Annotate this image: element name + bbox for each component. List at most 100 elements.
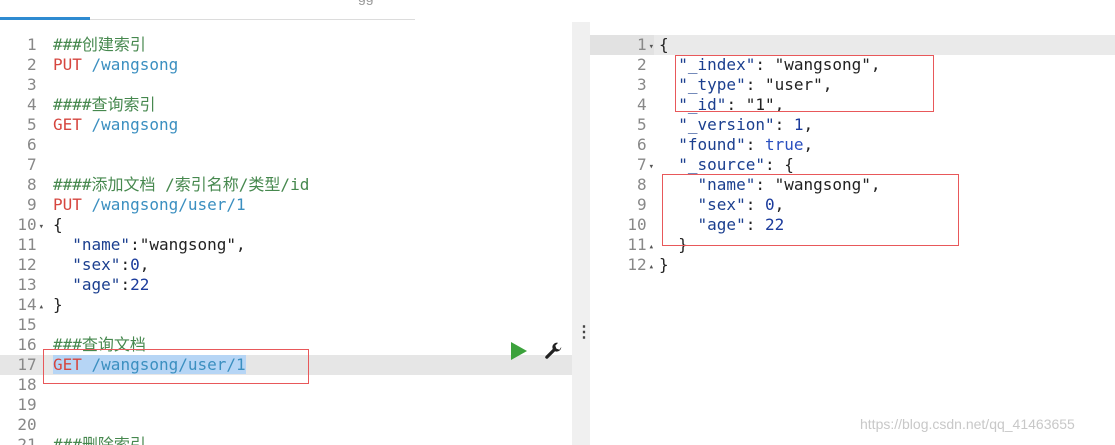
- line-number-text: 8: [26, 175, 37, 194]
- wrench-icon[interactable]: [542, 341, 564, 363]
- code-token: ,: [803, 135, 814, 154]
- code-text: "age":22: [53, 275, 149, 295]
- code-token: {: [53, 215, 63, 234]
- line-number-text: 4: [636, 95, 647, 114]
- request-line[interactable]: 2▾ PUT /wangsong: [0, 55, 572, 75]
- top-tab-bar: gg: [0, 0, 1115, 22]
- response-line[interactable]: 12 ▴}: [590, 255, 1115, 275]
- tab-divider: [90, 19, 415, 20]
- response-line[interactable]: 7 ▾ "_source": {: [590, 155, 1115, 175]
- fold-down-icon[interactable]: ▾: [649, 162, 654, 172]
- code-token: "found": [659, 135, 746, 154]
- line-number: 11▾: [0, 235, 44, 255]
- line-number: 7▾: [0, 155, 44, 175]
- line-number: 2▾: [0, 55, 44, 75]
- fold-down-icon[interactable]: ▾: [649, 42, 654, 52]
- code-token: 1: [793, 115, 804, 134]
- request-line[interactable]: 10 ▾ {: [0, 215, 572, 235]
- code-text: "name":"wangsong",: [53, 235, 246, 255]
- response-line[interactable]: 5▾ "_version": 1,: [590, 115, 1115, 135]
- line-number-text: 12: [17, 255, 37, 274]
- line-number-text: 4: [26, 95, 37, 114]
- line-number: 6▾: [590, 135, 654, 155]
- request-line[interactable]: 4▾ ####查询索引: [0, 95, 572, 115]
- code-text: PUT /wangsong: [53, 55, 178, 75]
- response-line[interactable]: 6▾ "found": true,: [590, 135, 1115, 155]
- code-token: /wangsong: [81, 55, 179, 74]
- request-line[interactable]: 15▾: [0, 315, 572, 335]
- request-line[interactable]: 20▾: [0, 415, 572, 435]
- request-line[interactable]: 6▾: [0, 135, 572, 155]
- code-token: GET: [53, 115, 82, 134]
- code-token: ,: [803, 115, 814, 134]
- line-number: 1▾: [590, 35, 654, 55]
- line-number: 16▾: [0, 335, 44, 355]
- line-number: 8▾: [0, 175, 44, 195]
- code-token: ###删除索引: [53, 435, 146, 445]
- request-line[interactable]: 7▾: [0, 155, 572, 175]
- line-number: 15▾: [0, 315, 44, 335]
- line-number-text: 6: [636, 135, 647, 154]
- request-line[interactable]: 21▾ ###删除索引: [0, 435, 572, 445]
- line-number-text: 10: [17, 215, 37, 234]
- fold-up-icon[interactable]: ▴: [649, 262, 654, 272]
- tab-label-fragment[interactable]: gg: [358, 0, 374, 5]
- fold-down-icon[interactable]: ▾: [39, 222, 44, 232]
- line-number: 2▾: [590, 55, 654, 75]
- line-number-text: 16: [17, 335, 37, 354]
- code-token: }: [659, 255, 669, 274]
- request-line[interactable]: 14 ▴}: [0, 295, 572, 315]
- code-text: "found": true,: [659, 135, 813, 155]
- active-tab-indicator[interactable]: [0, 17, 90, 20]
- code-text: PUT /wangsong/user/1: [53, 195, 246, 215]
- request-line[interactable]: 19▾: [0, 395, 572, 415]
- code-text: }: [53, 295, 63, 315]
- line-number: 5▾: [590, 115, 654, 135]
- request-line[interactable]: 9▾ PUT /wangsong/user/1: [0, 195, 572, 215]
- line-number-text: 7: [636, 155, 647, 174]
- request-line[interactable]: 11▾ "name":"wangsong",: [0, 235, 572, 255]
- request-line[interactable]: 13▾ "age":22: [0, 275, 572, 295]
- code-token: : {: [764, 155, 794, 174]
- highlight-box-index-meta: [675, 55, 934, 112]
- line-number: 19▾: [0, 395, 44, 415]
- line-number: 3▾: [0, 75, 44, 95]
- response-line[interactable]: 1 ▾ {: [590, 35, 1115, 55]
- code-text: ###创建索引: [53, 35, 146, 55]
- code-token: {: [659, 35, 669, 54]
- code-token: PUT: [53, 55, 82, 74]
- line-number-text: 15: [17, 315, 37, 334]
- code-text: ####查询索引: [53, 95, 156, 115]
- pane-resize-handle[interactable]: ⋮: [572, 22, 592, 445]
- line-number: 5▾: [0, 115, 44, 135]
- code-token: :"wangsong",: [130, 235, 246, 254]
- line-number-text: 17: [17, 355, 37, 374]
- line-number-text: 7: [26, 155, 37, 174]
- line-number-text: 11: [17, 235, 37, 254]
- highlight-box-get-request: [43, 349, 309, 384]
- code-token: "age": [53, 275, 121, 294]
- fold-up-icon[interactable]: ▴: [649, 242, 654, 252]
- line-number-text: 20: [17, 415, 37, 434]
- line-number: 9▾: [0, 195, 44, 215]
- code-token: ,: [139, 255, 150, 274]
- line-number: 14 ▴: [0, 295, 44, 315]
- code-token: "name": [53, 235, 131, 254]
- request-line[interactable]: 5▾ GET /wangsong: [0, 115, 572, 135]
- line-number-text: 9: [636, 195, 647, 214]
- line-number: 20▾: [0, 415, 44, 435]
- fold-up-icon[interactable]: ▴: [39, 302, 44, 312]
- code-token: }: [53, 295, 63, 314]
- request-line[interactable]: 12▾ "sex":0,: [0, 255, 572, 275]
- request-line[interactable]: 3▾: [0, 75, 572, 95]
- code-text: ###删除索引: [53, 435, 146, 445]
- code-token: :: [120, 275, 131, 294]
- request-line[interactable]: 1▾ ###创建索引: [0, 35, 572, 55]
- code-token: /wangsong/user/1: [81, 195, 246, 214]
- play-icon[interactable]: [511, 342, 527, 360]
- request-line[interactable]: 8▾ ####添加文档 /索引名称/类型/id: [0, 175, 572, 195]
- code-token: /wangsong: [81, 115, 179, 134]
- code-token: :: [745, 135, 765, 154]
- code-token: "_version": [659, 115, 775, 134]
- line-number: 10▾: [590, 215, 654, 235]
